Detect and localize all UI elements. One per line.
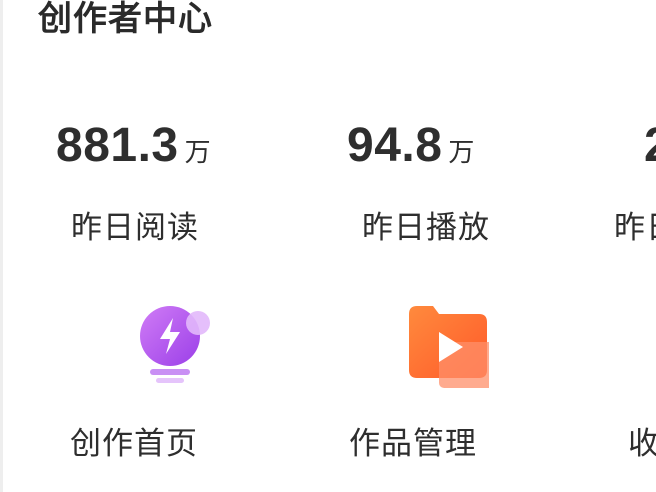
stat-value: 881.3 [56, 119, 179, 172]
tool-label: 作品管理 [349, 426, 477, 462]
left-border [0, 0, 3, 492]
stat-yesterday-reads[interactable]: 881.3 万 昨日阅读 [56, 118, 246, 258]
stat-unit: 万 [184, 138, 211, 168]
stat-number: 881.3 万 [56, 118, 211, 173]
tool-label: 收 [628, 426, 656, 462]
stat-label: 昨日阅读 [71, 210, 199, 246]
stat-number: 94.8 万 [347, 118, 474, 173]
tool-works-management[interactable]: 作品管理 [349, 296, 519, 466]
stat-label: 昨日 [614, 210, 656, 246]
page-title: 创作者中心 [38, 0, 213, 39]
video-folder-icon [409, 306, 489, 388]
stat-label: 昨日播放 [362, 210, 490, 246]
tool-third[interactable]: 收 [628, 296, 656, 466]
tool-creation-home[interactable]: 创作首页 [70, 296, 240, 466]
stat-yesterday-plays[interactable]: 94.8 万 昨日播放 [347, 118, 537, 258]
stat-number: 2 [644, 118, 656, 173]
lightbulb-bolt-icon [140, 306, 210, 383]
stat-unit: 万 [448, 138, 475, 168]
stat-value: 94.8 [347, 119, 443, 172]
stat-value: 2 [644, 119, 656, 172]
tool-label: 创作首页 [70, 426, 198, 462]
stat-yesterday-third[interactable]: 2 昨日 [614, 118, 656, 258]
